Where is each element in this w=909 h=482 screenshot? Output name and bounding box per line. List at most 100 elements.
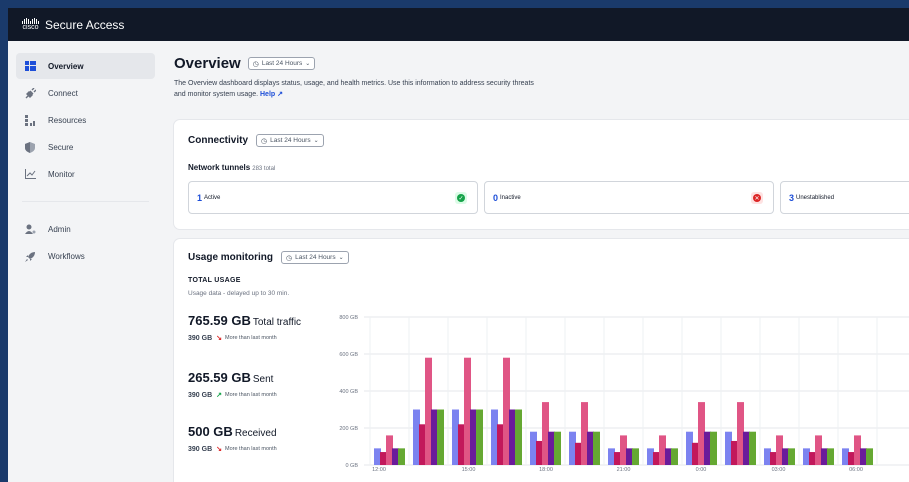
chart-bar [398,448,405,465]
admin-icon [24,223,36,235]
connectivity-card: Connectivity ◷ Last 24 Hours ⌄ Network t… [174,120,909,229]
chart-bar [827,448,834,465]
chart-bar [671,448,678,465]
time-filter-dropdown[interactable]: ◷ Last 24 Hours ⌄ [247,57,316,70]
chart-bar [626,448,633,465]
usage-note: Usage data - delayed up to 30 min. [188,290,290,297]
sidebar-item-overview[interactable]: Overview [16,53,155,79]
plug-icon [24,87,36,99]
help-link-label: Help [260,90,276,98]
chart-bar [581,402,588,465]
chart-bar [386,435,393,465]
chart-bar [686,431,693,465]
chart-bar [575,442,582,465]
chart-bar [515,409,522,465]
chart-bar [803,448,810,465]
chart-bar [614,452,621,465]
y-tick-label: 0 GB [345,463,358,469]
status-count: 0 [493,192,499,203]
chart-bar [476,409,483,465]
metric-value: 500 GB [188,424,233,439]
sidebar-item-connect[interactable]: Connect [16,80,155,106]
status-label: Unestablished [796,194,835,201]
chart-bar [653,452,660,465]
tunnel-status-unestablished[interactable]: 3 Unestablished [780,181,909,214]
app-title: Secure Access [45,17,125,32]
chart-bar [665,448,672,465]
chart-bar [413,409,420,465]
metric-value: 765.59 GB [188,313,251,328]
chart-bar [437,409,444,465]
x-tick-label: 12:00 [372,467,386,473]
sidebar: Overview Connect Resources Secure Monito… [8,41,163,482]
chart-bar [536,440,543,465]
sidebar-item-admin[interactable]: Admin [16,216,155,242]
x-tick-label: 15:00 [462,467,476,473]
tunnel-status-inactive[interactable]: 0 Inactive ✕ [484,181,774,214]
y-tick-label: 400 GB [339,389,358,395]
chevron-down-icon: ⌄ [338,255,344,261]
chart-bar [821,448,828,465]
y-tick-label: 600 GB [339,352,358,358]
metric-label: Received [234,428,277,439]
sidebar-divider [22,201,149,202]
chart-bar [866,448,873,465]
chart-bar [470,409,477,465]
shield-icon [24,141,36,153]
compare-value: 390 GB [188,391,213,399]
tunnels-label: Network tunnels [188,163,251,172]
chart-bar [692,442,699,465]
sidebar-item-label: Secure [48,142,74,152]
chart-bar [464,357,471,465]
chart-bar [854,435,861,465]
sidebar-item-label: Admin [48,224,71,234]
chart-bar [632,448,639,465]
connectivity-time-filter[interactable]: ◷ Last 24 Hours ⌄ [256,134,324,147]
chart-bar [725,431,732,465]
clock-icon: ◷ [252,60,259,68]
main-content: Overview ◷ Last 24 Hours ⌄ The Overview … [174,41,909,482]
connectivity-header: Connectivity ◷ Last 24 Hours ⌄ [188,134,324,147]
chart-bar [542,402,549,465]
sidebar-item-label: Workflows [48,251,85,261]
help-link[interactable]: Help ↗ [260,91,283,98]
chart-line-icon [24,168,36,180]
usage-title: Usage monitoring [188,252,274,263]
chart-bar [458,424,465,465]
cisco-logo[interactable]: cisco [22,18,39,31]
sidebar-item-secure[interactable]: Secure [16,134,155,160]
page-description: The Overview dashboard displays status, … [174,79,534,100]
chart-bar [782,448,789,465]
top-bar: cisco Secure Access [8,8,909,41]
compare-value: 390 GB [188,334,213,342]
metric-label: Sent [252,374,274,385]
trend-down-icon: ↘ [216,446,222,453]
chart-bar [776,435,783,465]
metric-label: Total traffic [252,317,302,328]
trend-down-icon: ↘ [216,335,222,342]
compare-text: More than last month [225,392,277,398]
chart-bar [392,448,399,465]
chart-bar [788,448,795,465]
total-usage-label: TOTAL USAGE [188,277,241,284]
connectivity-title: Connectivity [188,135,249,146]
sidebar-item-workflows[interactable]: Workflows [16,243,155,269]
chart-bar [770,452,777,465]
chart-bar [815,435,822,465]
usage-header: Usage monitoring ◷ Last 24 Hours ⌄ [188,251,349,264]
status-count: 3 [789,192,795,203]
time-filter-label: Last 24 Hours [295,254,336,261]
time-filter-label: Last 24 Hours [270,137,311,144]
sidebar-item-resources[interactable]: Resources [16,107,155,133]
sidebar-item-monitor[interactable]: Monitor [16,161,155,187]
chart-bar [548,431,555,465]
x-tick-label: 18:00 [539,467,553,473]
chart-bar [491,409,498,465]
chart-bar [587,431,594,465]
chart-bar [608,448,615,465]
network-tunnels-heading: Network tunnels 283 total [188,163,275,172]
chart-bar [860,448,867,465]
chart-bar [620,435,627,465]
usage-time-filter[interactable]: ◷ Last 24 Hours ⌄ [281,251,349,264]
tunnel-status-active[interactable]: 1 Active ✓ [188,181,478,214]
